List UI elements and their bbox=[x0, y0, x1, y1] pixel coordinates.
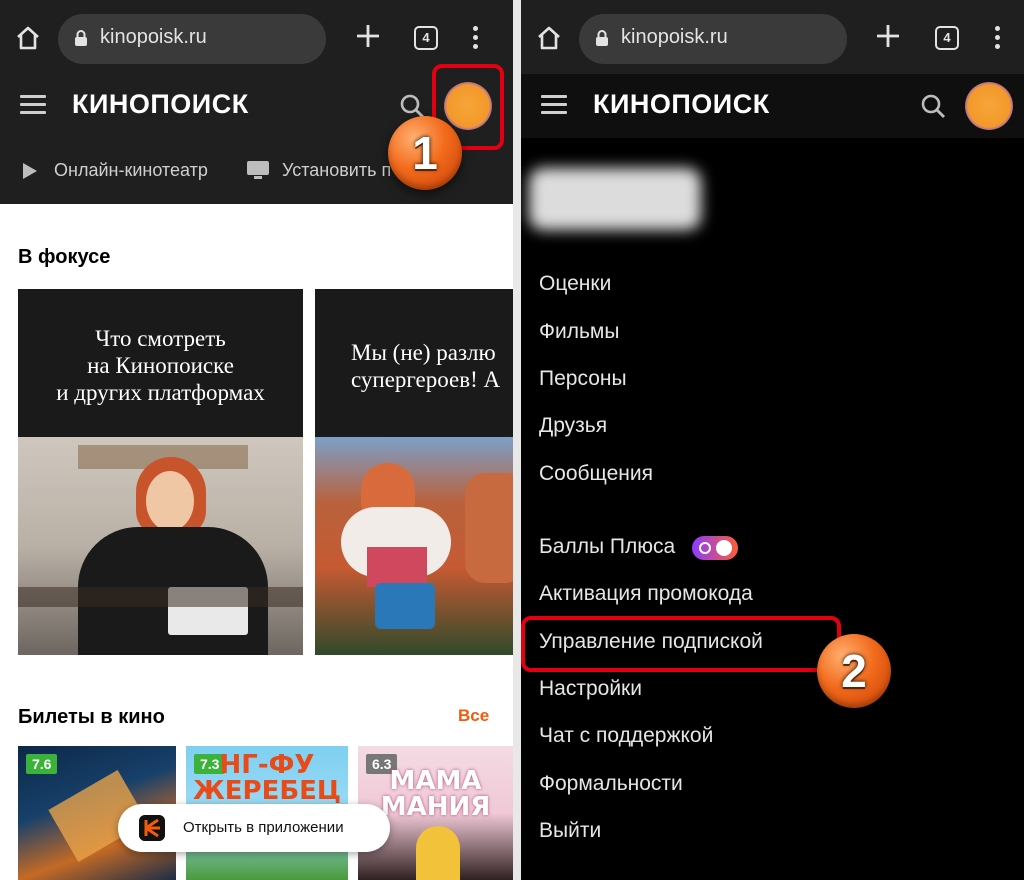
card-headline: Что смотреть на Кинопоиске и других плат… bbox=[56, 326, 265, 405]
play-icon bbox=[23, 163, 37, 179]
focus-card[interactable]: Что смотреть на Кинопоиске и других плат… bbox=[18, 289, 303, 655]
left-screenshot: kinopoisk.ru 4 КИНОПОИСК Онлайн-кинотеат… bbox=[0, 0, 513, 880]
browser-toolbar: kinopoisk.ru 4 bbox=[0, 0, 513, 74]
open-in-app-button[interactable]: Открыть в приложении bbox=[118, 804, 390, 852]
pane-divider bbox=[513, 0, 521, 880]
kinopoisk-logo[interactable]: КИНОПОИСК bbox=[72, 89, 249, 120]
nav-online-cinema[interactable]: Онлайн-кинотеатр bbox=[54, 160, 208, 181]
hamburger-menu-icon[interactable] bbox=[541, 95, 567, 115]
menu-item-ratings[interactable]: Оценки bbox=[539, 272, 611, 296]
poster-title: НГ-ФУ ЖЕРЕБЕЦ bbox=[192, 750, 342, 806]
subscription-highlight bbox=[521, 616, 841, 672]
blurred-username bbox=[529, 168, 701, 230]
rating-badge: 7.6 bbox=[26, 754, 58, 774]
lock-icon bbox=[75, 30, 87, 46]
card-image bbox=[18, 437, 303, 655]
search-icon[interactable] bbox=[919, 92, 947, 120]
new-tab-icon[interactable] bbox=[354, 22, 382, 50]
new-tab-icon[interactable] bbox=[874, 22, 902, 50]
site-header: КИНОПОИСК bbox=[521, 74, 1024, 138]
tab-count-button[interactable]: 4 bbox=[935, 26, 959, 50]
home-icon[interactable] bbox=[535, 24, 563, 52]
tab-count-button[interactable]: 4 bbox=[414, 26, 438, 50]
menu-item-films[interactable]: Фильмы bbox=[539, 320, 619, 344]
kinopoisk-app-icon bbox=[139, 815, 165, 841]
plus-points-badge bbox=[692, 536, 738, 560]
menu-item-promo-code[interactable]: Активация промокода bbox=[539, 582, 753, 606]
url-text: kinopoisk.ru bbox=[100, 26, 207, 48]
see-all-link[interactable]: Все bbox=[458, 706, 489, 726]
lock-icon bbox=[596, 30, 608, 46]
home-icon[interactable] bbox=[14, 24, 42, 52]
card-headline: Мы (не) разлю супергероев! А bbox=[351, 340, 501, 392]
user-avatar[interactable] bbox=[965, 82, 1013, 130]
card-image bbox=[315, 437, 513, 655]
menu-item-friends[interactable]: Друзья bbox=[539, 414, 607, 438]
open-in-app-label: Открыть в приложении bbox=[183, 819, 344, 836]
step-badge: 2 bbox=[817, 634, 891, 708]
menu-item-settings[interactable]: Настройки bbox=[539, 677, 642, 701]
browser-menu-icon[interactable] bbox=[994, 26, 1002, 52]
right-screenshot: kinopoisk.ru 4 КИНОПОИСК Оценки Фильмы П… bbox=[521, 0, 1024, 880]
menu-item-logout[interactable]: Выйти bbox=[539, 819, 601, 843]
menu-item-persons[interactable]: Персоны bbox=[539, 367, 627, 391]
focus-card[interactable]: Мы (не) разлю супергероев! А bbox=[315, 289, 513, 655]
browser-toolbar: kinopoisk.ru 4 bbox=[521, 0, 1024, 74]
menu-item-legal[interactable]: Формальности bbox=[539, 772, 683, 796]
nav-install[interactable]: Установить п bbox=[282, 160, 391, 181]
monitor-icon bbox=[247, 161, 269, 179]
hamburger-menu-icon[interactable] bbox=[20, 95, 46, 115]
menu-item-plus-points[interactable]: Баллы Плюса bbox=[539, 535, 675, 559]
tickets-title: Билеты в кино bbox=[18, 706, 165, 728]
kinopoisk-logo[interactable]: КИНОПОИСК bbox=[593, 89, 770, 120]
url-text: kinopoisk.ru bbox=[621, 26, 728, 48]
browser-menu-icon[interactable] bbox=[472, 26, 480, 52]
menu-item-support-chat[interactable]: Чат с поддержкой bbox=[539, 724, 713, 748]
address-bar[interactable]: kinopoisk.ru bbox=[579, 14, 847, 64]
menu-item-messages[interactable]: Сообщения bbox=[539, 462, 653, 486]
step-badge: 1 bbox=[388, 116, 462, 190]
address-bar[interactable]: kinopoisk.ru bbox=[58, 14, 326, 64]
focus-title: В фокусе bbox=[18, 246, 111, 268]
